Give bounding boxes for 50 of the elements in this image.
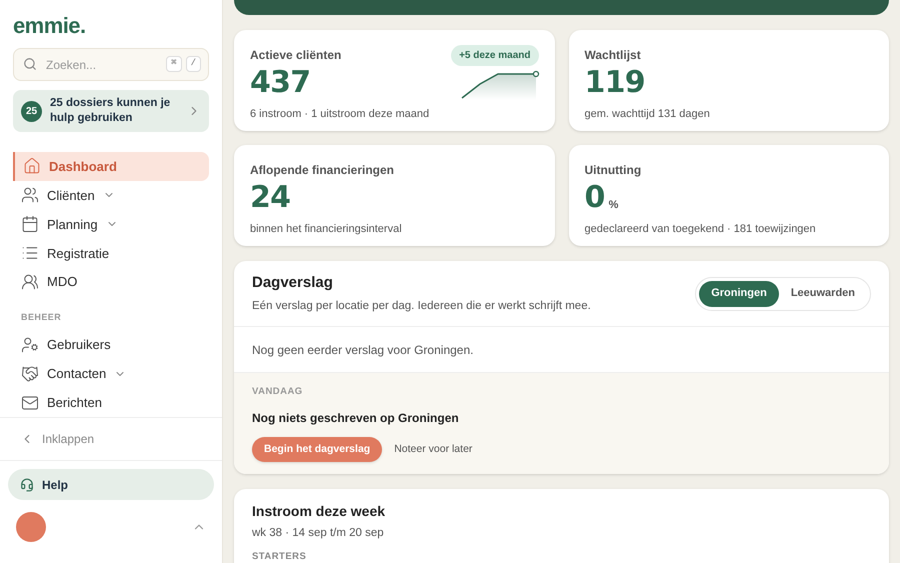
sparkline-icon	[460, 70, 540, 100]
calendar-icon	[21, 215, 39, 234]
stat-value: 437	[250, 64, 310, 102]
alert-text: 25 dossiers kunnen je hulp gebruiken	[50, 96, 172, 126]
nav-item[interactable]: Registratie	[13, 238, 209, 268]
headset-icon	[20, 478, 34, 492]
empty-message: Nog geen eerder verslag voor Groningen.	[252, 342, 474, 358]
card-title: Instroom deze week	[252, 502, 386, 522]
section-label: VANDAAG	[252, 385, 304, 399]
nav-item[interactable]: Berichten	[13, 388, 209, 417]
stat-title: Wachtlijst	[584, 47, 641, 64]
shortcut-key: /	[186, 56, 201, 72]
location-tab[interactable]: Groningen	[699, 280, 779, 306]
group-icon	[21, 273, 39, 292]
nav-item[interactable]: Contacten	[13, 359, 209, 388]
stat-badge: +5 deze maand	[451, 45, 538, 66]
today-text: Nog niets geschreven op Groningen	[252, 410, 460, 428]
avatar[interactable]	[16, 512, 46, 542]
location-tab[interactable]: Leeuwarden	[778, 280, 867, 306]
stat-subtitle: binnen het financieringsinterval	[250, 222, 403, 237]
help-button[interactable]: Help	[8, 469, 214, 500]
later-link[interactable]: Noteer voor later	[394, 442, 472, 458]
envelope-icon	[21, 394, 39, 412]
stat-subtitle: 6 instroom · 1 uitstroom deze maand	[250, 107, 430, 122]
handshake-icon	[21, 364, 39, 383]
card-title: Dagverslag	[252, 272, 334, 293]
shortcut-key: ⌘	[166, 56, 182, 72]
stat-value: 24	[250, 179, 290, 217]
stat-value: 0	[584, 179, 605, 217]
stat-subtitle: gedeclareerd van toegekend · 181 toewijzingen	[584, 222, 817, 237]
nav-item[interactable]: Cliënten	[13, 180, 209, 210]
house-icon	[23, 157, 41, 176]
nav-item[interactable]: Gebruikers	[13, 330, 209, 360]
logo: emmie.	[13, 14, 87, 38]
stat-title: Aflopende financieringen	[250, 162, 394, 179]
alert-banner[interactable]: 25 25 dossiers kunnen je hulp gebruiken	[13, 90, 209, 132]
nav-item[interactable]: MDO	[13, 268, 209, 297]
count-badge: 25	[21, 100, 42, 122]
card-subtitle: Eén verslag per locatie per dag. Iedereen die er werkt schrijft mee.	[252, 299, 591, 314]
search-icon	[23, 57, 37, 71]
stat-subtitle: gem. wachttijd 131 dagen	[584, 107, 711, 122]
stat-title: Uitnutting	[584, 162, 642, 179]
collapse-button[interactable]: Inklappen	[20, 430, 94, 448]
card-subtitle: wk 38 · 14 sep t/m 20 sep	[252, 526, 385, 542]
stat-unit: %	[608, 198, 618, 212]
stat-value: 119	[584, 64, 645, 102]
nav-item[interactable]: Planning	[13, 210, 209, 239]
stat-title: Actieve cliënten	[250, 47, 342, 64]
section-label: STARTERS	[252, 550, 308, 563]
section-label: BEHEER	[20, 310, 62, 324]
